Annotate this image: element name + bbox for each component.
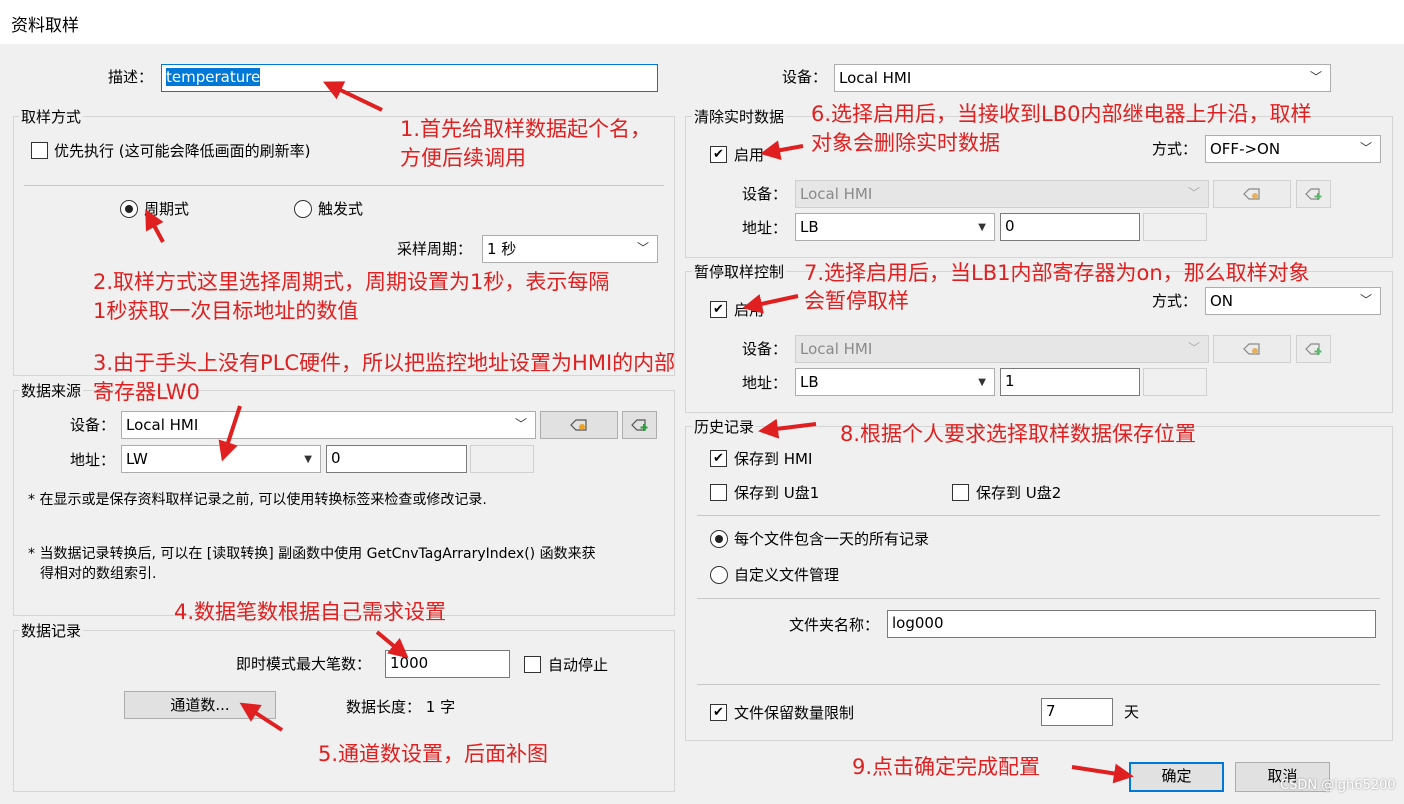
arrow-icon: [758, 418, 817, 439]
arrow-icon: [760, 140, 804, 161]
arrow-icon: [145, 209, 165, 243]
arrow-icon: [742, 294, 799, 314]
arrow-icon: [239, 702, 284, 732]
annotation-arrows: [145, 81, 1134, 784]
arrow-icon: [218, 405, 242, 462]
arrow-icon: [322, 81, 383, 112]
arrow-icon: [1071, 763, 1134, 784]
arrow-icon: [375, 630, 409, 659]
